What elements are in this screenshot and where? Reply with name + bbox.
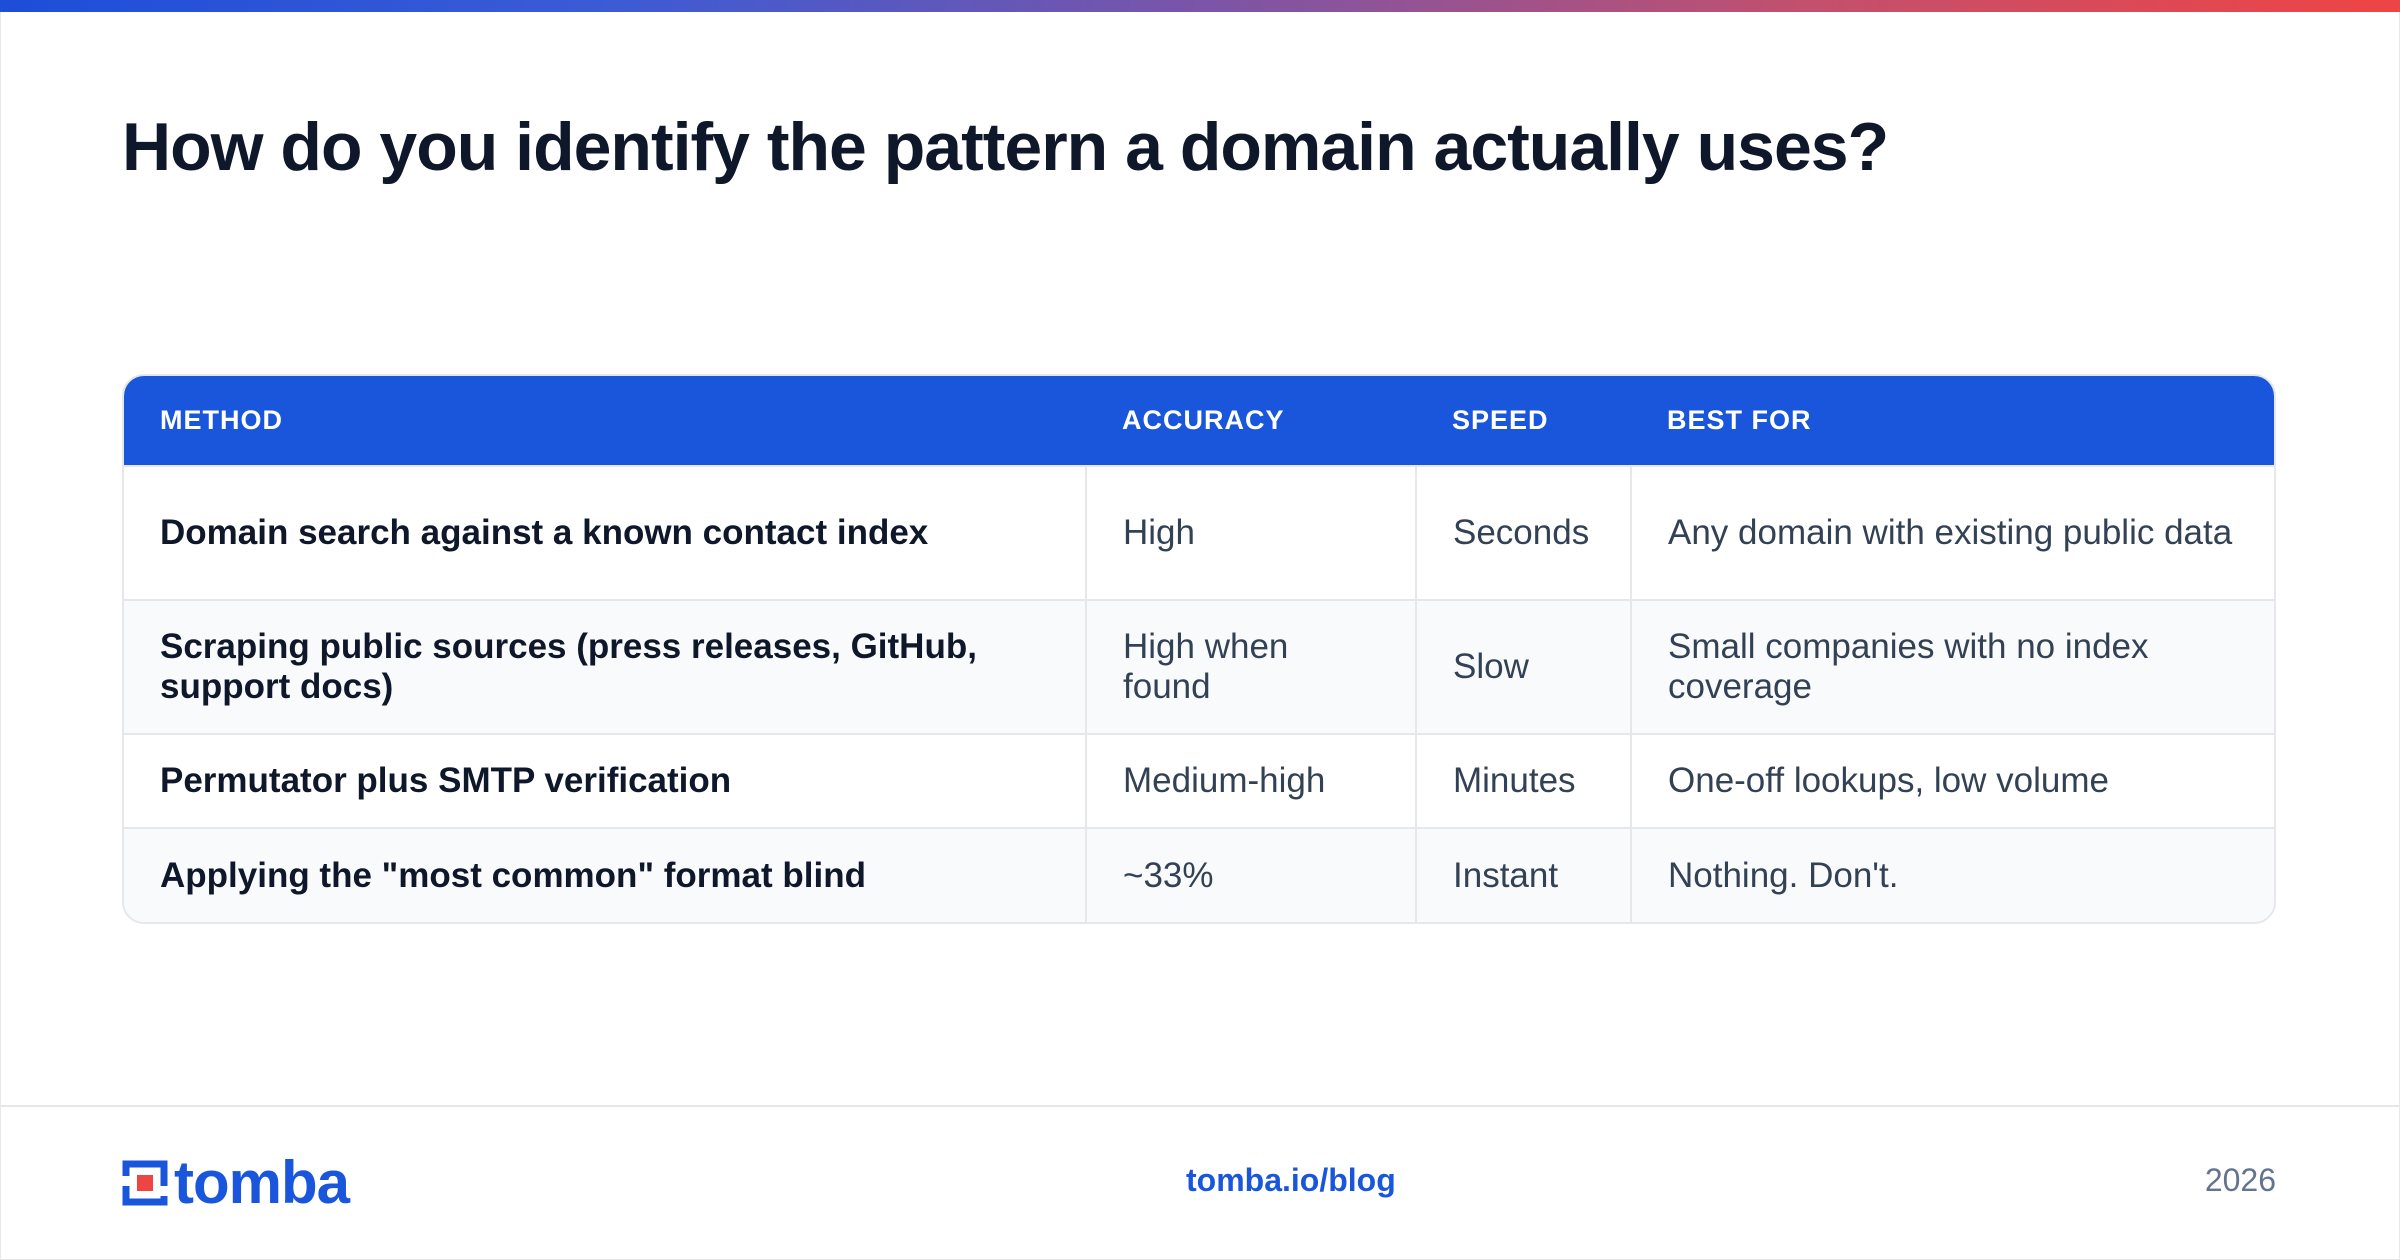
cell-accuracy: ~33% <box>1085 827 1416 922</box>
cell-speed: Instant <box>1415 827 1631 922</box>
table-row: Domain search against a known contact in… <box>124 465 2274 600</box>
cell-method: Scraping public sources (press releases,… <box>124 599 1086 734</box>
cell-best-for: Nothing. Don't. <box>1630 827 2274 922</box>
top-gradient-bar <box>0 0 2400 12</box>
header-accuracy: ACCURACY <box>1086 376 1416 466</box>
cell-method: Domain search against a known contact in… <box>124 465 1086 600</box>
table-row: Applying the "most common" format blind … <box>124 827 2274 922</box>
table-row: Scraping public sources (press releases,… <box>124 599 2274 734</box>
cell-best-for: One-off lookups, low volume <box>1630 733 2274 828</box>
footer-blog-link[interactable]: tomba.io/blog <box>1186 1162 1396 1199</box>
tomba-logo[interactable]: tomba <box>122 1149 350 1216</box>
header-method: METHOD <box>124 376 1086 466</box>
cell-accuracy: Medium-high <box>1085 733 1416 828</box>
cell-speed: Slow <box>1415 599 1631 734</box>
cell-method: Applying the "most common" format blind <box>124 827 1086 922</box>
page-title: How do you identify the pattern a domain… <box>122 109 1889 185</box>
table-row: Permutator plus SMTP verification Medium… <box>124 733 2274 828</box>
cell-accuracy: High when found <box>1085 599 1416 734</box>
header-best-for: BEST FOR <box>1631 376 2274 466</box>
cell-speed: Seconds <box>1415 465 1631 600</box>
cell-best-for: Small companies with no index coverage <box>1630 599 2274 734</box>
cell-best-for: Any domain with existing public data <box>1630 465 2274 600</box>
cell-method: Permutator plus SMTP verification <box>124 733 1086 828</box>
logo-wordmark: tomba <box>174 1149 350 1216</box>
cell-accuracy: High <box>1085 465 1416 600</box>
tomba-logo-mark-icon <box>122 1160 168 1206</box>
header-speed: SPEED <box>1416 376 1631 466</box>
table-header-row: METHOD ACCURACY SPEED BEST FOR <box>124 376 2274 466</box>
footer-divider <box>0 1105 2400 1107</box>
cell-speed: Minutes <box>1415 733 1631 828</box>
comparison-table: METHOD ACCURACY SPEED BEST FOR Domain se… <box>122 374 2276 924</box>
footer-year: 2026 <box>2204 1162 2276 1198</box>
